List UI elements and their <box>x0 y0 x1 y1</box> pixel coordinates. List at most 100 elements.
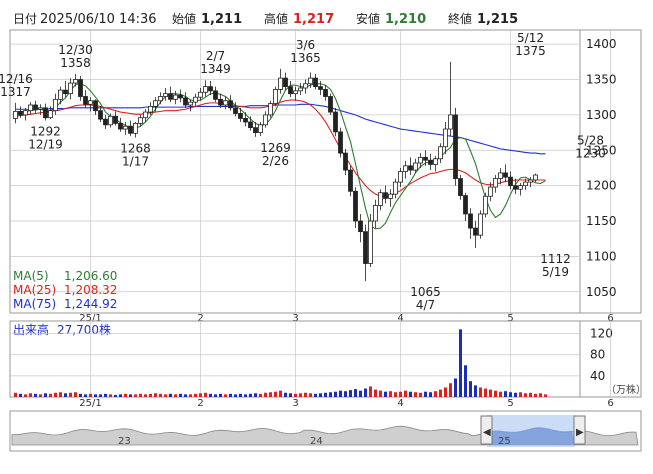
annotation-label: 1112 <box>540 252 571 266</box>
navigator-label-23: 23 <box>118 436 131 447</box>
price-tick-label: 1350 <box>586 73 617 87</box>
volume-unit: （万株） <box>606 383 646 396</box>
volume-bar <box>364 388 367 397</box>
volume-bar <box>424 391 427 397</box>
volume-bar <box>414 392 417 397</box>
month-axis-volume: 25/1 2 3 4 5 6 <box>79 398 613 409</box>
volume-bar <box>459 329 462 397</box>
annotation-label: 12/30 <box>58 43 93 57</box>
volume-bar <box>174 394 177 397</box>
volume-bar <box>334 391 337 397</box>
volume-bar <box>284 392 287 397</box>
volume-bar <box>279 390 282 397</box>
volume-bar <box>429 392 432 397</box>
volume-bar <box>419 392 422 397</box>
close-value: 1,215 <box>477 12 518 27</box>
volume-bar <box>149 393 152 397</box>
volume-value: 27,700株 <box>57 322 111 337</box>
volume-bar <box>74 392 77 397</box>
annotation-label: 1268 <box>120 142 151 156</box>
svg-text:▶: ▶ <box>576 427 584 438</box>
volume-title: 出来高 <box>13 322 49 337</box>
volume-bar <box>314 393 317 397</box>
volume-bar <box>19 393 22 397</box>
candle <box>273 86 278 107</box>
volume-bar <box>99 394 102 397</box>
volume-bar <box>189 394 192 397</box>
volume-bar <box>159 393 162 397</box>
volume-bar <box>119 394 122 397</box>
volume-bar <box>324 392 327 397</box>
volume-bar <box>484 388 487 397</box>
volume-bar <box>209 393 212 397</box>
volume-bar <box>214 394 217 397</box>
volume-bar <box>519 392 522 397</box>
candle <box>348 165 353 197</box>
volume-bar <box>164 394 167 397</box>
volume-bar <box>534 393 537 397</box>
candle <box>333 107 338 137</box>
volume-bar <box>49 393 52 397</box>
volume-bar <box>14 392 17 397</box>
volume-bar <box>294 393 297 397</box>
close-label: 終値 <box>448 11 472 26</box>
month-label: 25/1 <box>79 398 101 409</box>
volume-bar <box>374 389 377 397</box>
volume-bar <box>344 391 347 397</box>
volume-bar <box>24 394 27 397</box>
legend-ma5-label: MA(5) <box>13 269 49 283</box>
volume-bar <box>299 393 302 397</box>
annotation-label: 2/26 <box>262 154 289 168</box>
annotation-label: 1292 <box>30 125 61 139</box>
legend-ma75-value: 1,244.92 <box>64 297 117 311</box>
navigator-label-25: 25 <box>498 436 511 447</box>
volume-bar <box>274 391 277 397</box>
volume-bar <box>234 394 237 397</box>
volume-bar <box>454 378 457 397</box>
volume-bar <box>244 394 247 397</box>
legend-ma5-value: 1,206.60 <box>64 269 117 283</box>
navigator-left-handle[interactable]: ◀ <box>480 415 493 445</box>
volume-bar <box>489 389 492 397</box>
date-value: 2025/06/10 14:36 <box>40 12 157 27</box>
volume-bar <box>389 391 392 397</box>
candle <box>338 127 343 158</box>
volume-bar <box>229 393 232 397</box>
annotation-label: 3/6 <box>296 38 315 52</box>
annotation-label: 1349 <box>200 62 231 76</box>
volume-bar <box>124 393 127 397</box>
volume-bar <box>199 393 202 397</box>
low-label: 安値 <box>356 11 380 26</box>
annotation-label: 12/19 <box>28 138 63 152</box>
volume-bar <box>104 393 107 397</box>
volume-bar <box>89 393 92 397</box>
candle <box>478 210 483 239</box>
volume-bar <box>34 393 37 397</box>
volume-bar <box>94 394 97 397</box>
volume-bar <box>194 393 197 397</box>
candle <box>483 192 488 218</box>
volume-bar <box>184 394 187 397</box>
volume-bar <box>544 394 547 397</box>
volume-bar <box>29 393 32 397</box>
volume-bar <box>479 387 482 397</box>
volume-bar <box>109 394 112 397</box>
volume-bar <box>319 393 322 397</box>
navigator-right-handle[interactable]: ▶ <box>573 415 586 445</box>
legend-ma75-label: MA(75) <box>13 297 56 311</box>
candle <box>453 107 458 186</box>
candle <box>268 100 273 118</box>
volume-bar <box>264 392 267 397</box>
volume-bar <box>499 391 502 397</box>
volume-bar <box>444 387 447 397</box>
annotation-label: 1358 <box>60 56 91 70</box>
volume-bar <box>524 393 527 397</box>
volume-bar <box>379 390 382 397</box>
volume-bar <box>84 394 87 397</box>
open-value: 1,211 <box>201 12 242 27</box>
volume-bar <box>494 390 497 397</box>
volume-bar <box>539 393 542 397</box>
candle <box>328 93 333 115</box>
volume-bar <box>249 393 252 397</box>
volume-bar <box>114 394 117 397</box>
